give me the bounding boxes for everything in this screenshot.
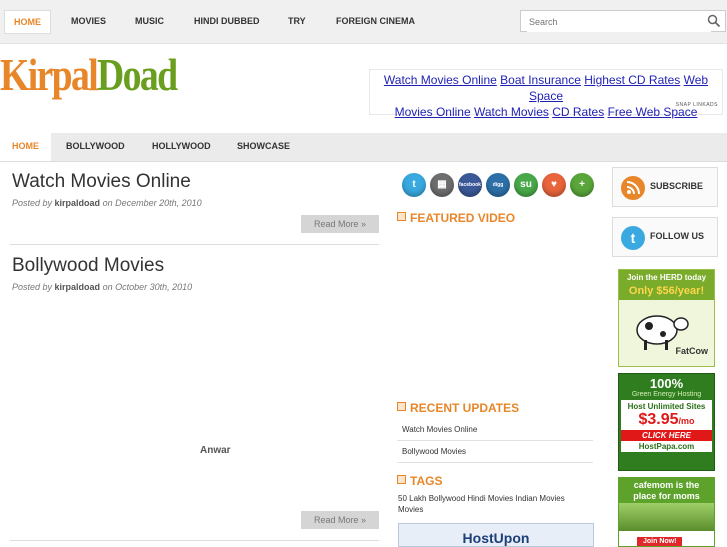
favorite-icon[interactable]: ♥: [542, 173, 566, 197]
ad-link[interactable]: Watch Movies Online: [384, 73, 497, 87]
recent-updates-heading: RECENT UPDATES: [397, 401, 519, 415]
bullet-icon: [397, 212, 406, 221]
site-logo[interactable]: KirpalDoad: [0, 49, 178, 100]
hostpapa-per-month: /mo: [678, 416, 695, 426]
twitter-icon[interactable]: t: [402, 173, 426, 197]
hostpapa-click-here: CLICK HERE: [621, 430, 712, 441]
subscribe-button[interactable]: SUBSCRIBE: [612, 167, 718, 207]
search-input[interactable]: [527, 12, 711, 32]
follow-us-label: FOLLOW US: [650, 231, 704, 241]
hostpapa-percent: 100%: [649, 376, 684, 391]
ads-credit: SNAP LINKADS: [675, 102, 718, 108]
featured-video-title: FEATURED VIDEO: [410, 211, 516, 225]
post-divider: [10, 244, 379, 245]
cafemom-tagline-1: cafemom is the: [619, 478, 714, 491]
logo-part1: Kirpal: [0, 49, 99, 100]
topnav-movies[interactable]: Movies: [62, 10, 115, 32]
subnav-home[interactable]: Home: [0, 133, 51, 161]
top-navigation: Home Movies Music Hindi Dubbed TRY Forei…: [0, 0, 727, 44]
bullet-icon: [397, 402, 406, 411]
ad-link[interactable]: Watch Movies: [474, 105, 549, 119]
read-more-button[interactable]: Read More »: [301, 215, 379, 233]
cafemom-ad[interactable]: cafemom is the place for moms Join Now!: [618, 477, 715, 547]
bullet-icon: [397, 475, 406, 484]
fatcow-logo: FatCow: [675, 346, 709, 356]
recent-update-link[interactable]: Watch Movies Online: [402, 425, 477, 434]
post-date: on October 30th, 2010: [102, 282, 193, 292]
tags-heading: TAGS: [397, 474, 442, 488]
fatcow-ad[interactable]: Join the HERD today Only $56/year! FatCo…: [618, 269, 715, 367]
recent-updates-title: RECENT UPDATES: [410, 401, 520, 415]
divider: [397, 440, 593, 441]
subnav-showcase[interactable]: Showcase: [225, 133, 302, 161]
fatcow-price: Only $56/year!: [619, 285, 714, 300]
post-title[interactable]: Bollywood Movies: [12, 255, 164, 277]
cafemom-tagline-2: place for moms: [619, 491, 714, 503]
post-author[interactable]: kirpaldoad: [55, 282, 101, 292]
hostupon-ad[interactable]: HostUpon: [398, 523, 594, 547]
facebook-icon[interactable]: facebook: [458, 173, 482, 197]
link-ads: Watch Movies Online Boat Insurance Highe…: [369, 69, 723, 119]
ad-link[interactable]: Movies Online: [395, 105, 471, 119]
post-title[interactable]: Watch Movies Online: [12, 171, 191, 193]
search-icon[interactable]: [707, 14, 721, 28]
topnav-hindi-dubbed[interactable]: Hindi Dubbed: [185, 10, 269, 32]
subscribe-label: SUBSCRIBE: [650, 181, 704, 191]
twitter-icon: t: [621, 226, 645, 250]
tags-title: TAGS: [410, 474, 443, 488]
ad-link[interactable]: Highest CD Rates: [584, 73, 680, 87]
topnav-music[interactable]: Music: [126, 10, 173, 32]
topnav-try[interactable]: TRY: [279, 10, 315, 32]
subnav-hollywood[interactable]: Hollywood: [140, 133, 223, 161]
hostpapa-ad[interactable]: 100% Green Energy Hosting Host Unlimited…: [618, 373, 715, 471]
ad-link[interactable]: CD Rates: [552, 105, 604, 119]
category-navigation: Home Bollywood Hollywood Showcase: [0, 133, 727, 162]
svg-text:t: t: [631, 230, 636, 246]
recent-update-link[interactable]: Bollywood Movies: [402, 447, 466, 456]
rss-icon: [621, 176, 645, 200]
hostpapa-unlimited: Host Unlimited Sites: [627, 402, 706, 411]
stumbleupon-icon[interactable]: su: [514, 173, 538, 197]
post-meta: Posted by kirpaldoad on December 20th, 2…: [12, 198, 202, 208]
post-body-text: Anwar: [200, 445, 231, 456]
add-icon[interactable]: +: [570, 173, 594, 197]
delicious-icon[interactable]: ▦: [430, 173, 454, 197]
posted-by-label: Posted by: [12, 282, 53, 292]
search-box: [520, 10, 726, 32]
cafemom-photo: [619, 503, 714, 531]
post-author[interactable]: kirpaldoad: [55, 198, 101, 208]
post-meta: Posted by kirpaldoad on October 30th, 20…: [12, 282, 192, 292]
divider: [397, 462, 593, 463]
post-divider: [10, 540, 379, 541]
follow-us-button[interactable]: t FOLLOW US: [612, 217, 718, 257]
read-more-button[interactable]: Read More »: [301, 511, 379, 529]
subnav-bollywood[interactable]: Bollywood: [54, 133, 137, 161]
featured-video-heading: FEATURED VIDEO: [397, 211, 515, 225]
fatcow-tagline: Join the HERD today: [619, 270, 714, 285]
digg-icon[interactable]: digg: [486, 173, 510, 197]
topnav-foreign-cinema[interactable]: Foreign Cinema: [327, 10, 424, 32]
ad-link[interactable]: Boat Insurance: [500, 73, 581, 87]
post-date: on December 20th, 2010: [102, 198, 202, 208]
hostpapa-green-label: Green Energy Hosting: [631, 391, 702, 398]
tag-cloud[interactable]: 50 Lakh Bollywood Hindi Movies Indian Mo…: [398, 493, 578, 515]
hostpapa-logo: HostPapa.com: [638, 442, 695, 451]
logo-part2: Doad: [97, 49, 178, 100]
posted-by-label: Posted by: [12, 198, 53, 208]
hostpapa-price: $3.95: [638, 411, 679, 428]
topnav-home[interactable]: Home: [4, 10, 51, 34]
